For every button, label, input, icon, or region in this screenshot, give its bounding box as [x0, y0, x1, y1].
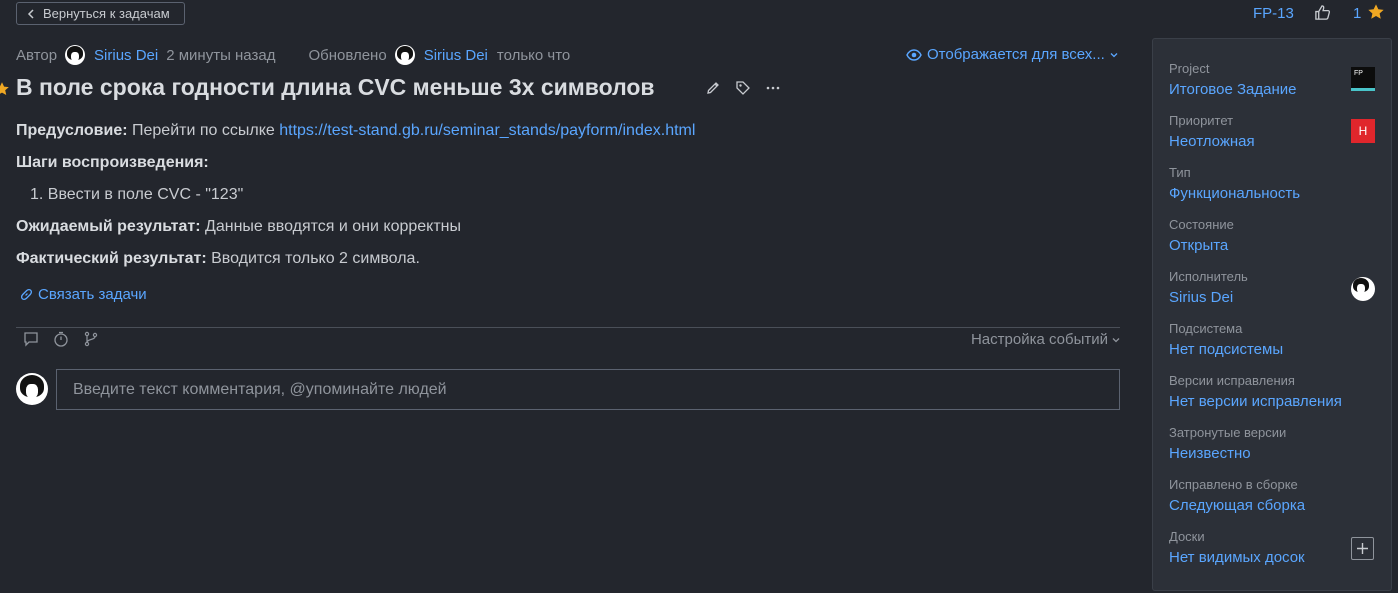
updater-name[interactable]: Sirius Dei [424, 47, 488, 64]
plus-icon [1357, 543, 1368, 554]
subsystem-label: Подсистема [1169, 321, 1243, 336]
field-affected-versions: Затронутые версии Неизвестно [1169, 425, 1379, 462]
link-issues-button[interactable]: Связать задачи [19, 286, 147, 303]
thumbs-up-icon[interactable] [1314, 4, 1331, 21]
assignee-value[interactable]: Sirius Dei [1169, 289, 1379, 306]
subsystem-value[interactable]: Нет подсистемы [1169, 341, 1379, 358]
author-time: 2 минуты назад [166, 46, 276, 64]
author-label: Автор [16, 46, 58, 64]
star-icon[interactable] [1367, 3, 1385, 21]
chevron-left-icon [27, 8, 34, 19]
expected-text: Данные вводятся и они корректны [205, 218, 462, 235]
field-subsystem: Подсистема Нет подсистемы [1169, 321, 1379, 358]
current-user-avatar [16, 373, 48, 405]
comment-input[interactable] [56, 369, 1120, 410]
favorite-star-icon[interactable] [0, 81, 10, 97]
comment-icon[interactable] [23, 331, 39, 347]
priority-label: Приоритет [1169, 113, 1234, 128]
issue-id[interactable]: FP-13 [1253, 5, 1294, 22]
field-fixed-in-build: Исправлено в сборке Следующая сборка [1169, 477, 1379, 514]
events-settings-dropdown[interactable]: Настройка событий [971, 331, 1120, 348]
visibility-dropdown[interactable]: Отображается для всех... [906, 46, 1118, 63]
activity-filters [23, 331, 99, 347]
more-icon[interactable] [765, 80, 781, 96]
issue-page: Вернуться к задачам FP-13 1 Автор Sirius… [0, 0, 1398, 593]
field-boards: Доски Нет видимых досок [1169, 529, 1379, 566]
branch-icon[interactable] [83, 331, 99, 347]
back-button-label: Вернуться к задачам [43, 6, 170, 21]
author-name[interactable]: Sirius Dei [94, 47, 158, 64]
precondition: Предусловие: Перейти по ссылке https://t… [16, 121, 1116, 153]
issue-meta: Автор Sirius Dei 2 минуты назад Обновлен… [16, 45, 571, 65]
precondition-text: Перейти по ссылке [132, 122, 275, 139]
priority-badge: Н [1351, 119, 1375, 143]
chevron-down-icon [1110, 52, 1118, 57]
actual-result: Фактический результат: Вводится только 2… [16, 249, 1116, 281]
link-icon [20, 288, 33, 301]
state-value[interactable]: Открыта [1169, 237, 1379, 254]
assignee-avatar [1351, 277, 1375, 301]
title-actions [705, 80, 781, 96]
type-label: Тип [1169, 165, 1191, 180]
avatar [16, 373, 48, 405]
actual-label: Фактический результат: [16, 250, 207, 267]
events-settings-label: Настройка событий [970, 331, 1108, 348]
affected-versions-label: Затронутые версии [1169, 425, 1287, 440]
star-count: 1 [1353, 5, 1362, 22]
eye-icon [906, 48, 922, 61]
project-badge: FP [1351, 67, 1375, 91]
priority-value[interactable]: Неотложная [1169, 133, 1379, 150]
back-to-issues-button[interactable]: Вернуться к задачам [16, 2, 185, 25]
steps-label: Шаги воспроизведения: [16, 154, 209, 171]
project-value[interactable]: Итоговое Задание [1169, 81, 1379, 98]
steps-heading: Шаги воспроизведения: [16, 153, 1116, 185]
field-state: Состояние Открыта [1169, 217, 1379, 254]
state-label: Состояние [1169, 217, 1234, 232]
field-project: Project Итоговое Задание [1169, 61, 1379, 98]
updated-time: только что [496, 46, 571, 64]
link-issues-label: Связать задачи [38, 286, 147, 303]
field-type: Тип Функциональность [1169, 165, 1379, 202]
type-value[interactable]: Функциональность [1169, 185, 1379, 202]
field-assignee: Исполнитель Sirius Dei [1169, 269, 1379, 306]
fix-versions-label: Версии исправления [1169, 373, 1295, 388]
expected-result: Ожидаемый результат: Данные вводятся и о… [16, 217, 1116, 249]
updater-avatar[interactable] [394, 45, 415, 65]
issue-title: В поле срока годности длина CVC меньше 3… [16, 74, 655, 100]
tag-icon[interactable] [735, 80, 751, 96]
boards-label: Доски [1169, 529, 1205, 544]
author-avatar[interactable] [65, 45, 86, 65]
fixed-in-build-value[interactable]: Следующая сборка [1169, 497, 1379, 514]
step-item: 1. Ввести в поле CVC - "123" [30, 186, 244, 203]
precondition-url[interactable]: https://test-stand.gb.ru/seminar_stands/… [279, 122, 695, 139]
affected-versions-value[interactable]: Неизвестно [1169, 445, 1379, 462]
pencil-icon[interactable] [705, 80, 721, 96]
updated-label: Обновлено [308, 46, 387, 64]
expected-label: Ожидаемый результат: [16, 218, 201, 235]
assignee-label: Исполнитель [1169, 269, 1248, 284]
avatar [1351, 277, 1375, 301]
add-board-button[interactable] [1351, 537, 1374, 560]
field-priority: Приоритет Неотложная [1169, 113, 1379, 150]
actual-text: Вводится только 2 символа. [211, 250, 420, 267]
boards-value[interactable]: Нет видимых досок [1169, 549, 1379, 566]
fixed-in-build-label: Исправлено в сборке [1169, 477, 1298, 492]
divider [16, 327, 1120, 328]
visibility-label: Отображается для всех... [927, 46, 1105, 63]
precondition-label: Предусловие: [16, 122, 128, 139]
timer-icon[interactable] [53, 331, 69, 347]
issue-fields-sidebar: Project Итоговое Задание FP Приоритет Не… [1152, 38, 1392, 591]
field-fix-versions: Версии исправления Нет версии исправлени… [1169, 373, 1379, 410]
issue-description: Предусловие: Перейти по ссылке https://t… [16, 121, 1116, 281]
project-label: Project [1169, 61, 1210, 76]
chevron-down-icon [1112, 337, 1120, 342]
fix-versions-value[interactable]: Нет версии исправления [1169, 393, 1379, 410]
